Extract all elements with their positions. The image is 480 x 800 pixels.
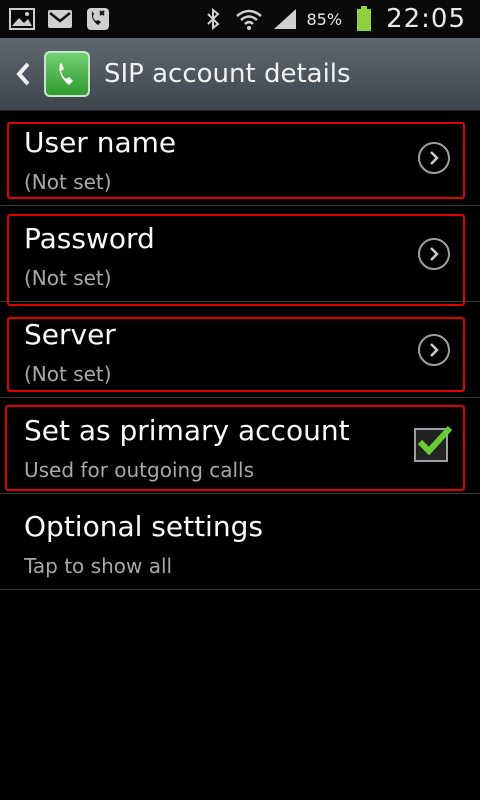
chevron-right-icon xyxy=(418,334,450,366)
chevron-right-icon xyxy=(418,238,450,270)
primary-account-item[interactable]: Set as primary account Used for outgoing… xyxy=(0,398,480,494)
item-title: Password xyxy=(24,222,155,255)
item-subtitle: (Not set) xyxy=(24,170,112,194)
password-item[interactable]: Password (Not set) xyxy=(0,206,480,302)
item-subtitle: Tap to show all xyxy=(24,554,173,578)
item-subtitle: Used for outgoing calls xyxy=(24,458,255,482)
page-title: SIP account details xyxy=(104,59,351,89)
checkmark-icon xyxy=(417,425,453,456)
gallery-icon xyxy=(8,6,36,32)
item-subtitle: (Not set) xyxy=(24,266,112,290)
primary-account-checkbox[interactable] xyxy=(414,425,453,462)
battery-icon xyxy=(350,6,378,32)
wifi-icon xyxy=(235,6,263,32)
item-title: Set as primary account xyxy=(24,414,350,447)
back-chevron-icon[interactable] xyxy=(10,54,36,94)
item-title: Optional settings xyxy=(24,510,263,543)
optional-settings-item[interactable]: Optional settings Tap to show all xyxy=(0,494,480,590)
item-title: User name xyxy=(24,126,177,159)
user-name-item[interactable]: User name (Not set) xyxy=(0,110,480,206)
signal-icon xyxy=(271,6,299,32)
action-bar: SIP account details xyxy=(0,38,480,111)
status-bar: 85% 22:05 xyxy=(0,0,480,38)
bluetooth-icon xyxy=(199,6,227,32)
chevron-right-icon xyxy=(418,142,450,174)
gmail-icon xyxy=(46,6,74,32)
battery-percent: 85% xyxy=(306,9,343,29)
settings-list: User name (Not set) Password (Not set) S… xyxy=(0,110,480,590)
item-title: Server xyxy=(24,318,116,351)
server-item[interactable]: Server (Not set) xyxy=(0,302,480,398)
status-time: 22:05 xyxy=(386,4,466,34)
phone-app-icon[interactable] xyxy=(44,51,90,97)
item-subtitle: (Not set) xyxy=(24,362,112,386)
missed-call-icon xyxy=(84,6,112,32)
